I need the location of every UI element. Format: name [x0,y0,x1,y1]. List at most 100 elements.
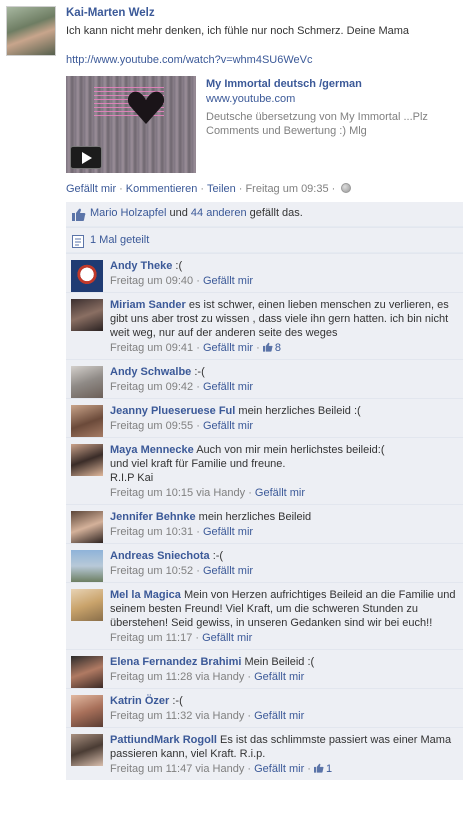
comment-meta: Freitag um 11:28 via Handy · Gefällt mir [110,671,457,683]
comment-like-count[interactable]: 1 [314,763,332,775]
comment-item: Jeanny Plueseruese Ful mein herzliches B… [66,398,463,437]
comment-like-link[interactable]: Gefällt mir [203,275,253,287]
comment-like-number: 1 [326,763,333,775]
commenter-avatar[interactable] [71,444,103,476]
post-link[interactable]: http://www.youtube.com/watch?v=whm4SU6We… [66,54,313,66]
shares-link[interactable]: 1 Mal geteilt [90,234,149,246]
comment-body: Andreas Sniechota :-( [110,549,457,563]
post-time[interactable]: Freitag um 09:35 [245,183,328,195]
feedback-section: Mario Holzapfel und 44 anderen gefällt d… [66,202,463,780]
comment-time[interactable]: Freitag um 11:28 [110,671,192,683]
comment-like-link[interactable]: Gefällt mir [254,710,304,722]
commenter-avatar[interactable] [71,299,103,331]
comment-body: Jeanny Plueseruese Ful mein herzliches B… [110,404,457,418]
author-name[interactable]: Kai-Marten Welz [66,7,155,19]
comment-meta: Freitag um 11:32 via Handy · Gefällt mir [110,710,457,722]
comment-meta: Freitag um 10:15 via Handy · Gefällt mir [110,487,457,499]
post-message: Ich kann nicht mehr denken, ich fühle nu… [66,25,410,37]
comment-via: via Handy [195,763,245,775]
commenter-name[interactable]: PattiundMark Rogoll [110,734,217,746]
comment-time[interactable]: Freitag um 09:41 [110,342,193,354]
commenter-avatar[interactable] [71,511,103,543]
comment-time[interactable]: Freitag um 10:52 [110,565,193,577]
separator: · [193,342,203,354]
author-avatar[interactable] [6,6,56,56]
comment-meta: Freitag um 11:47 via Handy · Gefällt mir… [110,763,457,775]
share-icon [72,235,84,248]
commenter-avatar[interactable] [71,550,103,582]
commenter-avatar[interactable] [71,366,103,398]
separator: · [245,487,255,499]
commenter-avatar[interactable] [71,734,103,766]
commenter-name[interactable]: Andy Schwalbe [110,366,191,378]
comment-time[interactable]: Freitag um 09:42 [110,381,193,393]
likes-and: und [169,207,188,219]
comment-time[interactable]: Freitag um 11:17 [110,632,192,644]
commenter-name[interactable]: Katrin Özer [110,695,169,707]
like-link[interactable]: Gefällt mir [66,183,116,195]
likes-others-link[interactable]: 44 anderen [191,207,247,219]
commenter-name[interactable]: Maya Mennecke [110,444,194,456]
play-button[interactable] [70,146,102,169]
comment-like-number: 8 [274,342,281,354]
comment-like-count[interactable]: 8 [262,342,281,354]
comment-time[interactable]: Freitag um 10:15 [110,487,193,499]
comment-like-link[interactable]: Gefällt mir [203,420,253,432]
commenter-avatar[interactable] [71,589,103,621]
comment-item: Andreas Sniechota :-(Freitag um 10:52 · … [66,543,463,582]
comment-link[interactable]: Kommentieren [126,183,198,195]
video-thumbnail[interactable] [66,76,196,173]
comment-like-link[interactable]: Gefällt mir [203,565,253,577]
comment-meta: Freitag um 09:40 · Gefällt mir [110,275,457,287]
comment-body: Andy Theke :( [110,259,457,273]
likes-suffix: gefällt das. [249,207,303,219]
attachment-domain[interactable]: www.youtube.com [206,93,295,105]
comment-time[interactable]: Freitag um 11:47 [110,763,192,775]
comment-body: Andy Schwalbe :-( [110,365,457,379]
comment-body: Maya Mennecke Auch von mir mein herlichs… [110,443,457,485]
comment-like-link[interactable]: Gefällt mir [255,487,305,499]
commenter-name[interactable]: Miriam Sander [110,299,186,311]
commenter-name[interactable]: Elena Fernandez Brahimi [110,656,241,668]
separator: · [304,763,315,775]
comment-list: Andy Theke :( Freitag um 09:40 · Gefällt … [66,253,463,780]
separator: · [244,763,255,775]
comment-item: Miriam Sander es ist schwer, einen liebe… [66,292,463,359]
globe-icon[interactable] [341,183,352,193]
commenter-name[interactable]: Andreas Sniechota [110,550,210,562]
comment-time[interactable]: Freitag um 11:32 [110,710,192,722]
share-link[interactable]: Teilen [207,183,236,195]
commenter-avatar[interactable] [71,405,103,437]
comment-like-link[interactable]: Gefällt mir [254,671,304,683]
comment-like-link[interactable]: Gefällt mir [254,763,304,775]
comment-text: Mein Beileid :( [244,656,315,668]
shares-row: 1 Mal geteilt [66,227,463,253]
commenter-name[interactable]: Andy Theke [110,260,172,272]
comment-like-link[interactable]: Gefällt mir [202,632,252,644]
comment-text: mein herzliches Beileid [198,511,312,523]
commenter-avatar[interactable] [71,260,103,292]
thumbs-up-icon [72,208,86,221]
comment-like-link[interactable]: Gefällt mir [203,526,253,538]
link-attachment[interactable]: My Immortal deutsch /german www.youtube.… [66,76,461,173]
comment-item: Jennifer Behnke mein herzliches Beileid F… [66,504,463,543]
comment-text: :-( [194,366,205,378]
comment-item: Katrin Özer :-(Freitag um 11:32 via Hand… [66,688,463,727]
liker-name[interactable]: Mario Holzapfel [90,207,166,219]
comment-time[interactable]: Freitag um 10:31 [110,526,193,538]
comment-body: PattiundMark Rogoll Es ist das schlimmst… [110,733,457,761]
commenter-avatar[interactable] [71,695,103,727]
comment-like-link[interactable]: Gefällt mir [203,381,253,393]
commenter-avatar[interactable] [71,656,103,688]
comment-time[interactable]: Freitag um 09:40 [110,275,193,287]
commenter-name[interactable]: Jennifer Behnke [110,511,196,523]
commenter-name[interactable]: Jeanny Plueseruese Ful [110,405,235,417]
comment-item: Maya Mennecke Auch von mir mein herlichs… [66,437,463,504]
comment-time[interactable]: Freitag um 09:55 [110,420,193,432]
separator: · [244,671,255,683]
comment-via: via Handy [196,487,246,499]
attachment-title[interactable]: My Immortal deutsch /german [206,78,362,90]
commenter-name[interactable]: Mel la Magica [110,589,181,601]
thumbs-up-icon [314,763,324,773]
comment-like-link[interactable]: Gefällt mir [203,342,253,354]
